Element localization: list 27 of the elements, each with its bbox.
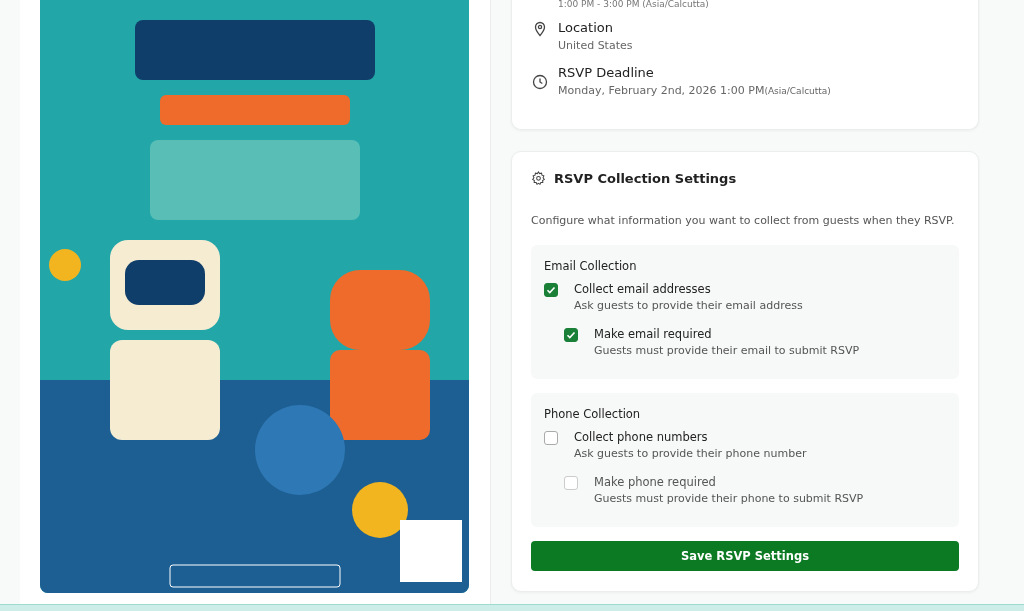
checkbox[interactable] <box>544 283 558 297</box>
detail-value: Monday, February 2nd, 2026 1:00 PM <box>558 84 765 97</box>
checkbox[interactable] <box>544 431 558 445</box>
option-label: Collect email addresses <box>574 281 712 298</box>
section-description: Configure what information you want to collect from guests when they RSVP. <box>531 214 956 227</box>
option-label: Collect phone numbers <box>574 429 709 446</box>
option-hint: Ask guests to provide their phone number <box>574 446 807 462</box>
option-hint: Guests must provide their phone to submit RSVP <box>594 491 864 507</box>
settings-icon <box>531 171 546 186</box>
clock-icon <box>532 74 548 90</box>
timezone-note: (Asia/Calcutta) <box>764 86 831 96</box>
save-button[interactable]: Save RSVP Settings <box>531 541 959 571</box>
group-title: Email Collection <box>544 259 638 273</box>
option-hint: Ask guests to provide their email address <box>574 298 803 314</box>
detail-label: RSVP Deadline <box>558 64 655 82</box>
checkmark-icon <box>565 329 577 341</box>
detail-label: Location <box>558 19 614 37</box>
option-hint: Guests must provide their email to submit RSVP <box>594 343 860 359</box>
location-pin-icon <box>532 21 548 37</box>
option-label: Make email required <box>594 326 713 343</box>
option-label: Make phone required <box>594 474 717 491</box>
checkbox[interactable] <box>564 328 578 342</box>
event-time: 1:00 PM - 3:00 PM (Asia/Calcutta) <box>558 0 710 9</box>
group-title: Phone Collection <box>544 407 642 421</box>
section-title: RSVP Collection Settings <box>554 171 737 186</box>
checkmark-icon <box>545 284 557 296</box>
detail-value: United States <box>558 39 633 52</box>
